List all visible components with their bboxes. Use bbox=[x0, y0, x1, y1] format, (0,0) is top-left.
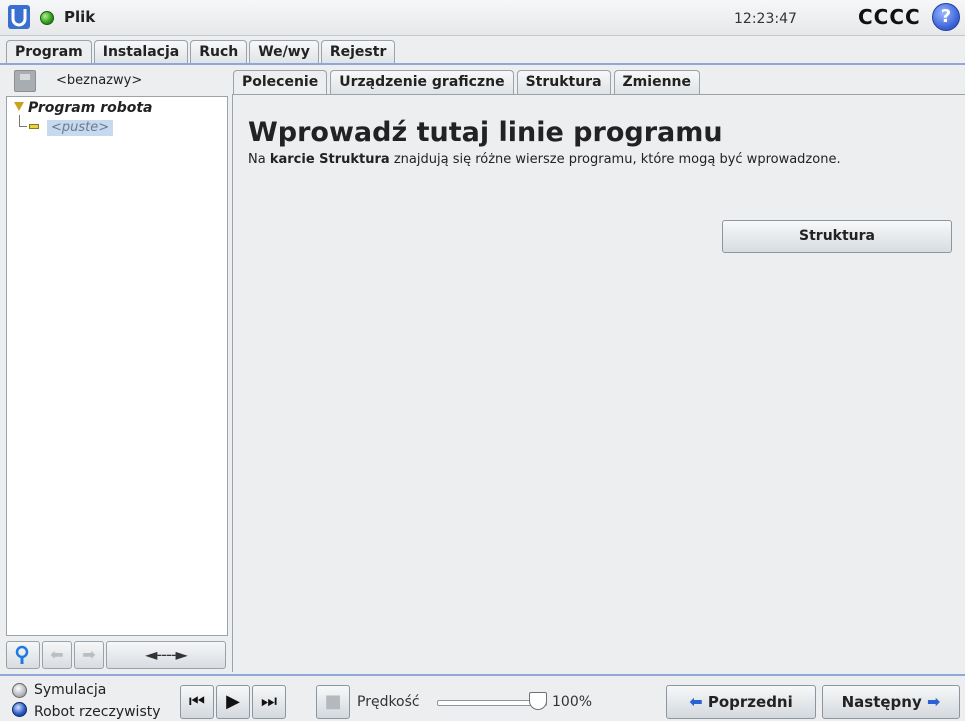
search-icon bbox=[15, 645, 29, 664]
real-robot-radio[interactable] bbox=[12, 702, 27, 717]
tree-connector bbox=[19, 115, 27, 127]
play-button[interactable]: ▶ bbox=[216, 685, 250, 719]
speed-value: 100% bbox=[552, 694, 593, 710]
speed-label: Prędkość bbox=[357, 694, 420, 710]
previous-button[interactable]: ⬅ Poprzedni bbox=[666, 685, 816, 719]
undo-arrow-icon: ⬅ bbox=[50, 645, 64, 664]
tab-ruch[interactable]: Ruch bbox=[190, 40, 248, 64]
skip-back-icon: ⏮ bbox=[188, 691, 206, 712]
empty-node-icon bbox=[29, 124, 39, 129]
tab-instalacja[interactable]: Instalacja bbox=[93, 40, 189, 64]
file-menu[interactable]: Plik bbox=[64, 8, 95, 26]
expand-triangle-icon[interactable] bbox=[14, 102, 24, 111]
play-icon: ▶ bbox=[226, 691, 240, 712]
move-node-button[interactable]: ◄----► bbox=[106, 641, 226, 669]
tab-zmienne[interactable]: Zmienne bbox=[613, 70, 700, 94]
tab-divider bbox=[0, 63, 965, 65]
instruction-text-end: znajdują się różne wiersze programu, któ… bbox=[389, 152, 841, 167]
save-disk-icon[interactable] bbox=[14, 70, 36, 92]
tree-node-empty[interactable]: <puste> bbox=[47, 120, 114, 136]
ur-logo-icon bbox=[8, 5, 30, 29]
title-bar bbox=[0, 0, 965, 36]
redo-button[interactable]: ➡ bbox=[74, 641, 104, 669]
next-button[interactable]: Następny ➡ bbox=[822, 685, 960, 719]
command-tabs: Polecenie Urządzenie graficzne Struktura… bbox=[233, 70, 703, 94]
instruction-text: Na karcie Struktura znajdują się różne w… bbox=[248, 152, 841, 167]
speed-slider-thumb[interactable] bbox=[529, 692, 547, 710]
program-file-name: <beznazwy> bbox=[56, 73, 143, 88]
tab-program[interactable]: Program bbox=[6, 40, 92, 65]
tab-struktura[interactable]: Struktura bbox=[516, 70, 611, 94]
arrow-right-icon: ➡ bbox=[926, 692, 941, 711]
stop-button[interactable]: ■ bbox=[316, 685, 350, 719]
tab-rejestr[interactable]: Rejestr bbox=[320, 40, 396, 64]
skip-forward-icon: ⏭ bbox=[260, 691, 278, 712]
next-label: Następny bbox=[841, 693, 922, 711]
page-title: Wprowadź tutaj linie programu bbox=[248, 117, 723, 148]
rewind-button[interactable]: ⏮ bbox=[180, 685, 214, 719]
tree-root-node[interactable]: Program robota bbox=[28, 100, 153, 116]
structure-button[interactable]: Struktura bbox=[722, 220, 952, 253]
search-button[interactable] bbox=[6, 641, 40, 669]
previous-label: Poprzedni bbox=[707, 693, 793, 711]
simulation-radio[interactable] bbox=[12, 683, 27, 698]
program-tree[interactable] bbox=[6, 96, 228, 636]
help-button[interactable]: ? bbox=[932, 3, 960, 31]
redo-arrow-icon: ➡ bbox=[82, 645, 96, 664]
stop-icon: ■ bbox=[324, 691, 342, 712]
undo-button[interactable]: ⬅ bbox=[42, 641, 72, 669]
robot-status-indicator-icon bbox=[40, 11, 54, 25]
simulation-label: Symulacja bbox=[34, 682, 107, 698]
command-panel bbox=[232, 94, 965, 672]
main-tabs: Program Instalacja Ruch We/wy Rejestr bbox=[6, 40, 397, 65]
instruction-text-start: Na bbox=[248, 152, 270, 167]
tab-we-wy[interactable]: We/wy bbox=[249, 40, 319, 64]
tab-urzadzenie-graficzne[interactable]: Urządzenie graficzne bbox=[330, 70, 514, 94]
real-robot-label: Robot rzeczywisty bbox=[34, 704, 161, 720]
arrow-left-icon: ⬅ bbox=[689, 692, 703, 711]
clock: 12:23:47 bbox=[734, 11, 797, 27]
step-button[interactable]: ⏭ bbox=[252, 685, 286, 719]
tab-polecenie[interactable]: Polecenie bbox=[233, 70, 328, 94]
robot-name: CCCC bbox=[858, 5, 921, 29]
instruction-text-bold: karcie Struktura bbox=[269, 152, 390, 167]
